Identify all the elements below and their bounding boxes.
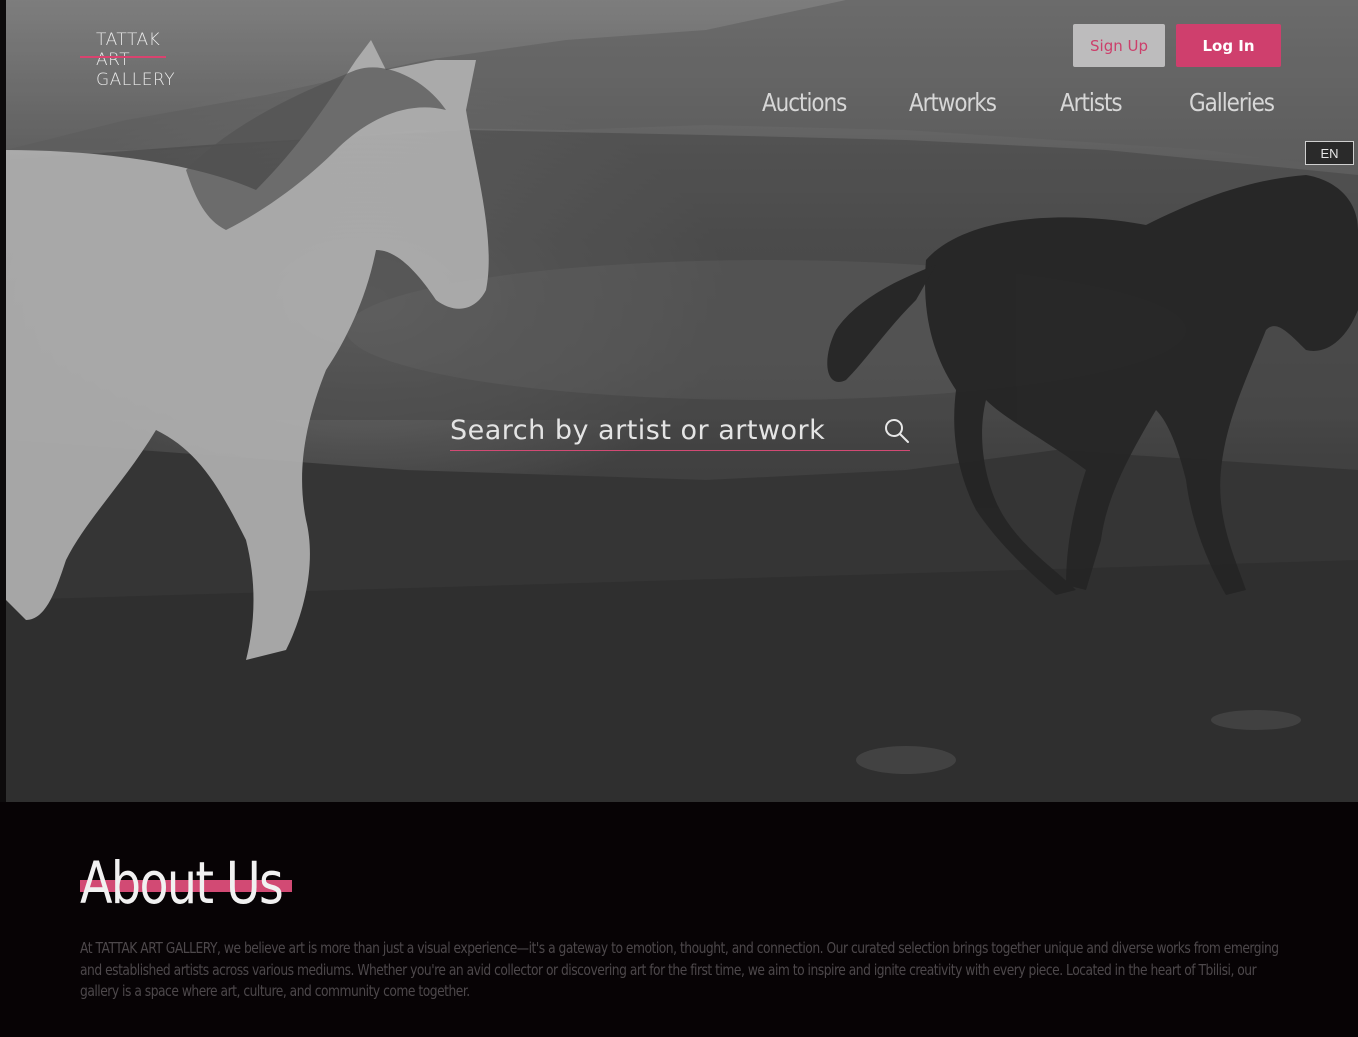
language-selector[interactable]: EN: [1305, 141, 1354, 165]
nav-item-auctions[interactable]: Auctions: [762, 88, 847, 117]
gallery-logo[interactable]: TATTAK ART GALLERY: [96, 30, 175, 90]
logo-accent-line: [80, 56, 166, 58]
search-input[interactable]: [450, 410, 870, 450]
hero-section: TATTAK ART GALLERY: [6, 0, 1358, 802]
sign-up-button[interactable]: Sign Up: [1073, 24, 1165, 67]
logo-line-2: ART: [96, 50, 131, 70]
search-bar: [450, 410, 910, 451]
about-section: About Us At TATTAK ART GALLERY, we belie…: [0, 802, 1358, 1037]
search-icon[interactable]: [883, 417, 911, 445]
about-description: At TATTAK ART GALLERY, we believe art is…: [80, 939, 1279, 1000]
hero-background-photo: [6, 0, 1358, 802]
nav-item-artworks[interactable]: Artworks: [909, 88, 997, 117]
about-title: About Us: [80, 849, 284, 917]
logo-line-1: TATTAK: [96, 30, 161, 50]
logo-line-3: GALLERY: [96, 70, 176, 90]
nav-item-galleries[interactable]: Galleries: [1189, 88, 1275, 117]
nav-item-artists[interactable]: Artists: [1060, 88, 1123, 117]
log-in-button[interactable]: Log In: [1176, 24, 1281, 67]
